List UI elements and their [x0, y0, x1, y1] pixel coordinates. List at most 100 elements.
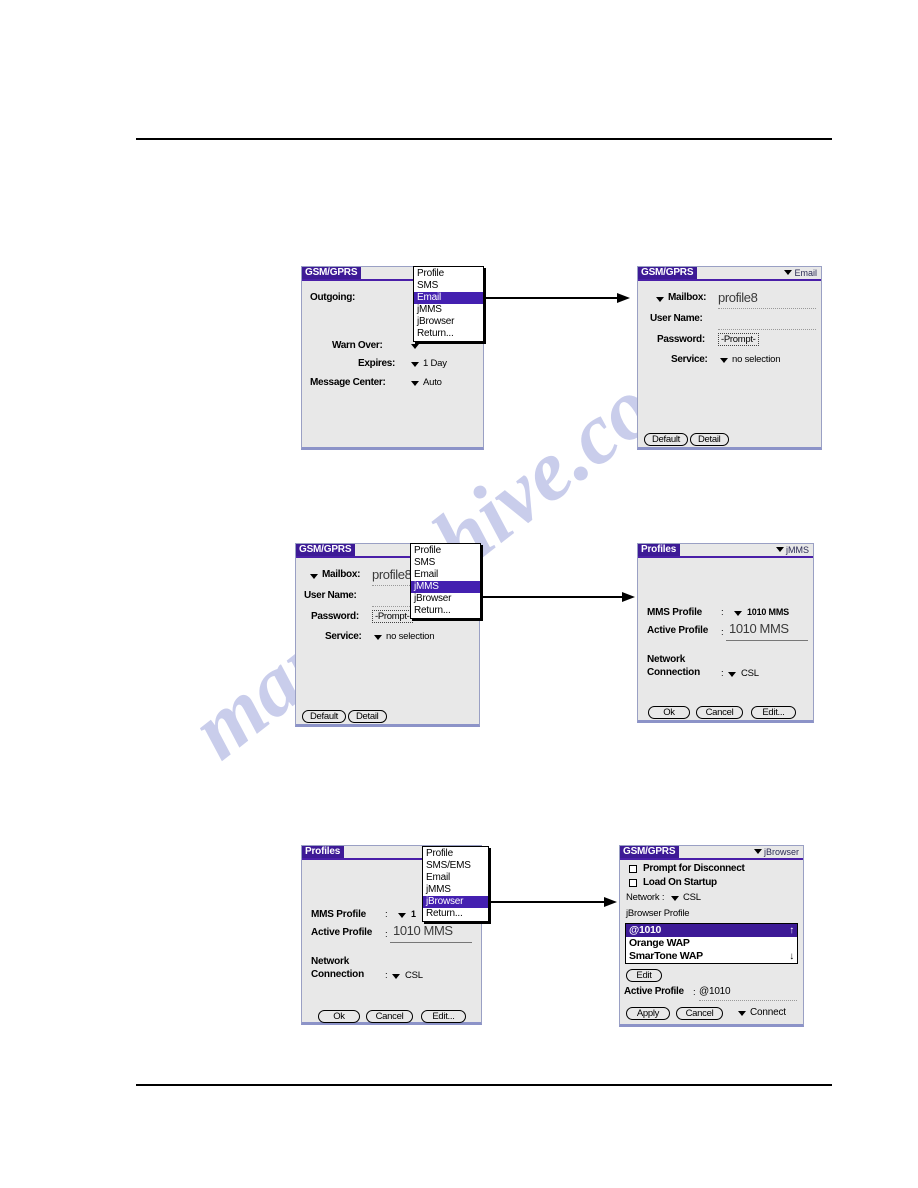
- default-button[interactable]: Default: [644, 433, 689, 446]
- ok-button[interactable]: Ok: [318, 1010, 360, 1023]
- mms-profile-value[interactable]: 1: [411, 910, 416, 919]
- menu-item-jbrowser[interactable]: jBrowser: [411, 593, 480, 605]
- scroll-down-icon[interactable]: ↓: [789, 950, 794, 963]
- list-item[interactable]: @1010 ↑: [626, 924, 797, 937]
- mailbox-underline: [718, 308, 816, 309]
- menu-item-profile[interactable]: Profile: [414, 268, 483, 280]
- detail-button[interactable]: Detail: [690, 433, 729, 446]
- active-profile-value[interactable]: @1010: [699, 987, 731, 997]
- panel6-category-selector[interactable]: jBrowser: [753, 846, 799, 858]
- mailbox-chevron-down-icon[interactable]: [656, 297, 664, 302]
- active-profile-underline: [699, 1000, 797, 1001]
- panel5-dropdown-menu[interactable]: Profile SMS/EMS Email jMMS jBrowser Retu…: [422, 846, 489, 922]
- detail-button[interactable]: Detail: [348, 710, 387, 723]
- menu-item-jmms[interactable]: jMMS: [411, 581, 480, 593]
- default-button[interactable]: Default: [302, 710, 347, 723]
- menu-item-return[interactable]: Return...: [414, 328, 483, 340]
- mms-profile-chevron-down-icon[interactable]: [734, 611, 742, 616]
- menu-item-email[interactable]: Email: [414, 292, 483, 304]
- expires-value[interactable]: 1 Day: [423, 359, 447, 369]
- menu-item-sms[interactable]: SMS: [414, 280, 483, 292]
- panel4-category-value: jMMS: [786, 545, 809, 555]
- panel3-dropdown-menu[interactable]: Profile SMS Email jMMS jBrowser Return..…: [410, 543, 481, 619]
- mms-profile-separator: :: [385, 909, 388, 920]
- list-item-label: Orange WAP: [629, 937, 690, 949]
- network-value[interactable]: CSL: [405, 971, 423, 981]
- menu-item-return[interactable]: Return...: [423, 908, 488, 920]
- load-on-startup-checkbox[interactable]: [629, 879, 637, 887]
- active-profile-separator: :: [385, 929, 388, 940]
- edit-button[interactable]: Edit: [626, 969, 662, 982]
- menu-item-email[interactable]: Email: [411, 569, 480, 581]
- network-chevron-down-icon[interactable]: [671, 896, 679, 901]
- list-item[interactable]: SmarTone WAP ↓: [626, 950, 797, 963]
- network-chevron-down-icon[interactable]: [728, 672, 736, 677]
- active-profile-value[interactable]: 1010 MMS: [393, 924, 453, 937]
- menu-item-profile[interactable]: Profile: [423, 848, 488, 860]
- menu-item-sms-ems[interactable]: SMS/EMS: [423, 860, 488, 872]
- connect-chevron-down-icon[interactable]: [738, 1011, 746, 1016]
- service-chevron-down-icon[interactable]: [720, 358, 728, 363]
- service-value[interactable]: no selection: [386, 632, 435, 642]
- mms-profile-separator: :: [721, 607, 724, 618]
- service-chevron-down-icon[interactable]: [374, 635, 382, 640]
- warn-over-chevron-down-icon[interactable]: [411, 344, 419, 349]
- panel5-title: Profiles: [302, 846, 345, 858]
- jbrowser-profile-list[interactable]: @1010 ↑ Orange WAP SmarTone WAP ↓: [625, 923, 798, 964]
- menu-item-sms[interactable]: SMS: [411, 557, 480, 569]
- password-label: Password:: [657, 334, 705, 345]
- prompt-for-disconnect-checkbox[interactable]: [629, 865, 637, 873]
- network-value[interactable]: CSL: [741, 669, 759, 679]
- message-center-value[interactable]: Auto: [423, 378, 442, 388]
- expires-chevron-down-icon[interactable]: [411, 362, 419, 367]
- cancel-button[interactable]: Cancel: [366, 1010, 413, 1023]
- panel4-category-selector[interactable]: jMMS: [776, 544, 809, 556]
- user-name-label: User Name:: [650, 313, 703, 324]
- network-label: Network :: [626, 892, 665, 903]
- active-profile-value[interactable]: 1010 MMS: [729, 622, 789, 635]
- scroll-up-icon[interactable]: ↑: [789, 924, 794, 937]
- panel6-title: GSM/GPRS: [620, 846, 680, 858]
- panel1-dropdown-menu[interactable]: Profile SMS Email jMMS jBrowser Return..…: [413, 266, 484, 342]
- menu-item-jmms[interactable]: jMMS: [414, 304, 483, 316]
- network-chevron-down-icon[interactable]: [392, 974, 400, 979]
- panel2-chevron-down-icon[interactable]: [784, 270, 793, 276]
- panel1-title: GSM/GPRS: [302, 267, 362, 279]
- mms-profile-value[interactable]: 1010 MMS: [747, 608, 789, 617]
- mailbox-value[interactable]: profile8: [372, 568, 412, 581]
- list-item[interactable]: Orange WAP: [626, 937, 797, 950]
- flow-arrow-3: [487, 897, 617, 907]
- edit-button[interactable]: Edit...: [421, 1010, 466, 1023]
- ok-button[interactable]: Ok: [648, 706, 690, 719]
- menu-item-return[interactable]: Return...: [411, 605, 480, 617]
- service-value[interactable]: no selection: [732, 355, 781, 365]
- network-label-line1: Network: [311, 956, 350, 967]
- message-center-chevron-down-icon[interactable]: [411, 381, 419, 386]
- password-value[interactable]: -Prompt-: [718, 333, 759, 346]
- apply-button[interactable]: Apply: [626, 1007, 670, 1020]
- panel6-chevron-down-icon[interactable]: [753, 849, 762, 855]
- active-profile-separator: :: [721, 627, 724, 638]
- panel2-category-selector[interactable]: Email: [784, 267, 817, 279]
- active-profile-underline: [726, 640, 808, 641]
- list-item-label: SmarTone WAP: [629, 950, 703, 962]
- expires-label: Expires:: [358, 358, 396, 369]
- menu-item-profile[interactable]: Profile: [411, 545, 480, 557]
- message-center-label: Message Center:: [310, 377, 386, 388]
- edit-button[interactable]: Edit...: [751, 706, 796, 719]
- menu-item-jbrowser[interactable]: jBrowser: [423, 896, 488, 908]
- connect-label[interactable]: Connect: [750, 1008, 786, 1018]
- mailbox-value[interactable]: profile8: [718, 291, 758, 304]
- mms-profile-label: MMS Profile: [647, 607, 703, 618]
- mailbox-chevron-down-icon[interactable]: [310, 574, 318, 579]
- mms-profile-chevron-down-icon[interactable]: [398, 913, 406, 918]
- network-value[interactable]: CSL: [683, 893, 701, 903]
- password-value[interactable]: -Prompt-: [372, 610, 413, 623]
- menu-item-jbrowser[interactable]: jBrowser: [414, 316, 483, 328]
- cancel-button[interactable]: Cancel: [696, 706, 743, 719]
- panel4-chevron-down-icon[interactable]: [776, 547, 784, 553]
- cancel-button[interactable]: Cancel: [676, 1007, 723, 1020]
- menu-item-email[interactable]: Email: [423, 872, 488, 884]
- menu-item-jmms[interactable]: jMMS: [423, 884, 488, 896]
- page-footer-rule: [136, 1084, 832, 1086]
